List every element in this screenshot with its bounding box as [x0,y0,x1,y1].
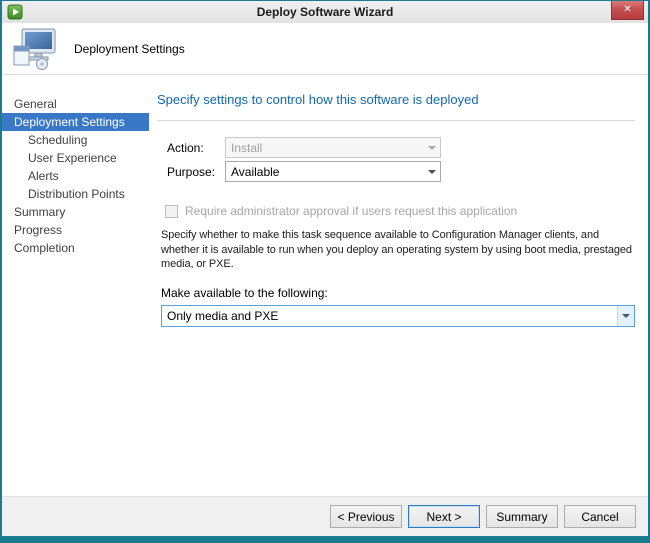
wizard-footer: < Previous Next > Summary Cancel [2,496,648,536]
sidebar-item-scheduling[interactable]: Scheduling [2,131,149,149]
chevron-down-icon[interactable] [617,306,634,326]
wizard-content: Specify settings to control how this sof… [149,75,648,496]
settings-form: Action: Install Purpose: Available Re [161,137,635,327]
summary-button[interactable]: Summary [486,505,558,528]
sidebar-item-distribution-points[interactable]: Distribution Points [2,185,149,203]
wizard-banner: Deployment Settings [2,23,648,75]
require-approval-checkbox [165,205,178,218]
wizard-body: General Deployment Settings Scheduling U… [2,75,648,496]
cancel-button[interactable]: Cancel [564,505,636,528]
availability-description: Specify whether to make this task sequen… [161,228,635,272]
action-select: Install [225,137,441,158]
make-available-select[interactable]: Only media and PXE [161,305,635,327]
purpose-select[interactable]: Available [225,161,441,182]
action-row: Action: Install [167,137,635,158]
page-title: Deployment Settings [74,42,185,56]
heading-divider [157,120,635,121]
previous-button[interactable]: < Previous [330,505,402,528]
approval-row: Require administrator approval if users … [165,204,635,218]
sidebar-item-completion[interactable]: Completion [2,239,149,257]
sidebar-item-summary[interactable]: Summary [2,203,149,221]
software-deployment-icon [12,28,58,70]
content-heading: Specify settings to control how this sof… [157,92,635,107]
purpose-label: Purpose: [167,165,225,179]
purpose-row: Purpose: Available [167,161,635,182]
titlebar[interactable]: Deploy Software Wizard ✕ [2,1,648,23]
chevron-down-icon[interactable] [423,162,440,181]
wizard-nav: General Deployment Settings Scheduling U… [2,75,149,496]
sidebar-item-general[interactable]: General [2,95,149,113]
make-available-value: Only media and PXE [167,309,278,323]
require-approval-label: Require administrator approval if users … [185,204,517,218]
chevron-down-icon [423,138,440,157]
deploy-software-wizard-window: Deploy Software Wizard ✕ [0,0,650,543]
make-available-label: Make available to the following: [161,286,635,300]
action-value: Install [231,141,262,155]
close-icon: ✕ [623,4,631,15]
sidebar-item-alerts[interactable]: Alerts [2,167,149,185]
purpose-value: Available [231,165,279,179]
sidebar-item-deployment-settings[interactable]: Deployment Settings [2,113,149,131]
next-button[interactable]: Next > [408,505,480,528]
window-title: Deploy Software Wizard [2,1,648,23]
close-button[interactable]: ✕ [611,1,644,20]
sidebar-item-progress[interactable]: Progress [2,221,149,239]
action-label: Action: [167,141,225,155]
sidebar-item-user-experience[interactable]: User Experience [2,149,149,167]
